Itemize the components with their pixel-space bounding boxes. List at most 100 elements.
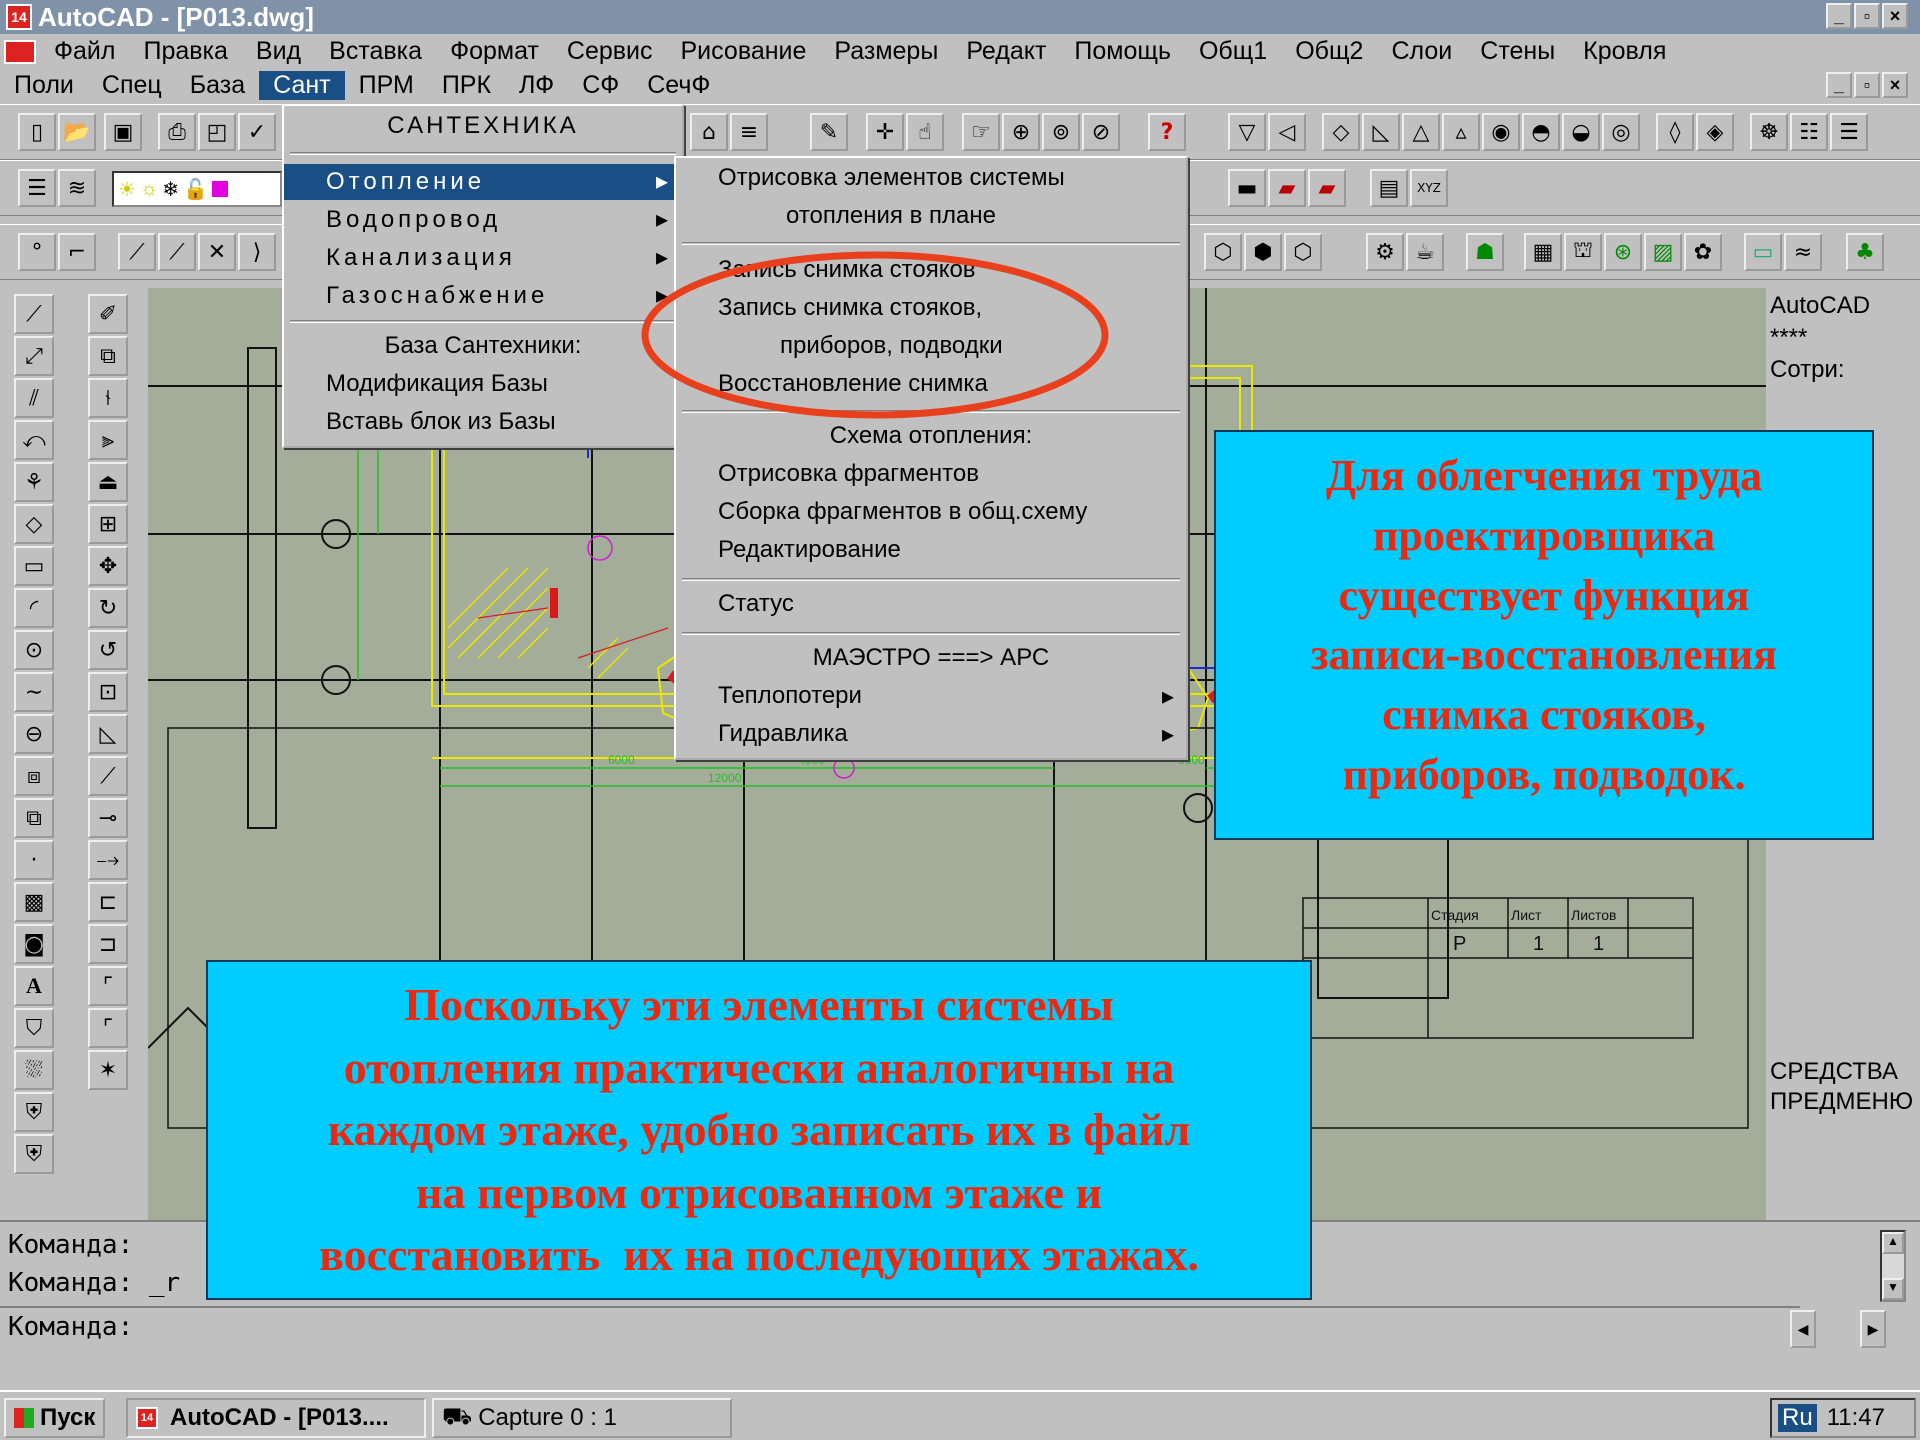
command-scrollbar[interactable]: ▲ ▼ [1880, 1230, 1906, 1302]
menu-sant[interactable]: Сант [259, 70, 345, 100]
stretch-icon[interactable]: ⊡ [88, 672, 128, 712]
render2-icon[interactable]: ☷ [1790, 113, 1828, 151]
insert-block-icon[interactable]: ⧈ [14, 756, 54, 796]
linetype-icon[interactable]: ▬ [1228, 169, 1266, 207]
hatch-tool-icon[interactable]: ▩ [14, 882, 54, 922]
menu-item-heating[interactable]: Отопление ▸ [284, 164, 682, 200]
cone-icon[interactable]: ▵ [1442, 113, 1480, 151]
new-file-icon[interactable]: ▯ [18, 113, 56, 151]
xyz-icon[interactable]: XYZ [1410, 169, 1448, 207]
camera-icon[interactable]: ▦ [1524, 233, 1562, 271]
menu-item-insert-block[interactable]: Вставь блок из Базы [284, 408, 682, 436]
menu-prk[interactable]: ПРК [428, 71, 505, 100]
panel-tools[interactable]: СРЕДСТВА [1770, 1058, 1898, 1086]
intersection-icon[interactable]: ✕ [198, 233, 236, 271]
spline-icon[interactable]: ∼ [14, 672, 54, 712]
dome-icon[interactable]: ◓ [1522, 113, 1560, 151]
scroll-left-icon[interactable]: ◀ [1790, 1310, 1816, 1348]
surface-icon[interactable]: ◈ [1696, 113, 1734, 151]
shield-icon[interactable]: ⛨ [14, 1092, 54, 1132]
toolbar-icon-b[interactable]: ≡ [730, 113, 768, 151]
move-icon[interactable]: ✥ [88, 546, 128, 586]
menu-walls[interactable]: Стены [1466, 37, 1569, 66]
background-icon[interactable]: ▭ [1744, 233, 1782, 271]
menu-item-draw-system[interactable]: Отрисовка элементов системы [676, 164, 1186, 192]
ellipse-icon[interactable]: ⊖ [14, 714, 54, 754]
3d-icon-a[interactable]: ⬡ [1204, 233, 1242, 271]
landscape-icon[interactable]: ▨ [1644, 233, 1682, 271]
language-indicator[interactable]: Ru [1778, 1404, 1817, 1432]
ortho-icon[interactable]: ⌐ [58, 233, 96, 271]
start-button[interactable]: Пуск [4, 1398, 106, 1438]
mline-icon[interactable]: ⫽ [14, 378, 54, 418]
print-icon[interactable]: ⎙ [158, 113, 196, 151]
fillet-icon[interactable]: ⌜ [88, 1008, 128, 1048]
menu-item-gas[interactable]: Газоснабжение ▸ [284, 278, 682, 314]
make-block-icon[interactable]: ⧉ [14, 798, 54, 838]
scale-icon[interactable]: ↺ [88, 630, 128, 670]
render-icon[interactable]: ☸ [1750, 113, 1788, 151]
material-icon[interactable]: ☗ [1466, 233, 1504, 271]
erase-icon[interactable]: ✐ [88, 294, 128, 334]
menu-view[interactable]: Вид [242, 37, 315, 66]
snap-icon[interactable]: ✛ [866, 113, 904, 151]
document-icon[interactable] [0, 37, 40, 66]
rotate-icon[interactable]: ↻ [88, 588, 128, 628]
hatch-icon[interactable]: ▰ [1268, 169, 1306, 207]
scroll-down-icon[interactable]: ▼ [1882, 1278, 1904, 1300]
break-icon[interactable]: ⤍ [88, 840, 128, 880]
save-icon[interactable]: ▣ [104, 113, 142, 151]
tag-icon[interactable]: ⛉ [14, 1008, 54, 1048]
arc-icon[interactable]: ◜ [14, 588, 54, 628]
pan-icon[interactable]: ☞ [962, 113, 1000, 151]
menu-sf[interactable]: СФ [568, 71, 633, 100]
mesh-icon[interactable]: ◊ [1656, 113, 1694, 151]
diamond-icon[interactable]: ◇ [14, 504, 54, 544]
menu-item-draw-fragments[interactable]: Отрисовка фрагментов [676, 460, 1186, 488]
osnap-icon[interactable]: ° [18, 233, 56, 271]
doc-minimize-button[interactable]: _ [1826, 72, 1852, 98]
3d-icon-b[interactable]: ⬢ [1244, 233, 1282, 271]
circle-icon[interactable]: ⊙ [14, 630, 54, 670]
close-button[interactable]: × [1882, 3, 1908, 29]
ucs2-icon[interactable]: ◁ [1268, 113, 1306, 151]
chamfer-icon[interactable]: ⌜ [88, 966, 128, 1006]
menu-base[interactable]: База [176, 71, 259, 100]
wedge-icon[interactable]: ◺ [1362, 113, 1400, 151]
autocad-app-icon[interactable]: 14 [6, 4, 32, 30]
polygon-icon[interactable]: ⚘ [14, 462, 54, 502]
region-icon[interactable]: ◙ [14, 924, 54, 964]
ucs-icon[interactable]: ▽ [1228, 113, 1266, 151]
menu-item-edit[interactable]: Редактирование [676, 536, 1186, 564]
layer-dropdown[interactable]: ☀ ☼ ❄ 🔓 [112, 171, 282, 207]
trim-icon[interactable]: ⟋ [88, 756, 128, 796]
apparent-icon[interactable]: ⟩ [238, 233, 276, 271]
text-icon[interactable]: A [14, 966, 54, 1006]
fog-icon[interactable]: ≈ [1784, 233, 1822, 271]
menu-spec[interactable]: Спец [88, 71, 176, 100]
menu-item-assemble-fragments[interactable]: Сборка фрагментов в общ.схему [676, 498, 1186, 526]
library-icon[interactable]: ⛫ [1564, 233, 1602, 271]
midpoint-icon[interactable]: ⟋ [158, 233, 196, 271]
copy-icon[interactable]: ⧉ [88, 336, 128, 376]
menu-sechf[interactable]: СечФ [633, 71, 724, 100]
lights-icon[interactable]: ☕ [1406, 233, 1444, 271]
shield2-icon[interactable]: ⛨ [14, 1134, 54, 1174]
toolbar-icon-a[interactable]: ⌂ [690, 113, 728, 151]
pointer-icon[interactable]: ☝ [906, 113, 944, 151]
array-icon[interactable]: ⏏ [88, 462, 128, 502]
panel-premenu[interactable]: ПРЕДМЕНЮ [1770, 1088, 1913, 1116]
break3-icon[interactable]: ⊐ [88, 924, 128, 964]
menu-layers[interactable]: Слои [1377, 37, 1466, 66]
explode-icon[interactable]: ✶ [88, 1050, 128, 1090]
menu-prm[interactable]: ПРМ [345, 71, 428, 100]
bush-icon[interactable]: ✿ [1684, 233, 1722, 271]
point-icon[interactable]: · [14, 840, 54, 880]
menu-gen2[interactable]: Общ2 [1281, 37, 1377, 66]
render3-icon[interactable]: ☰ [1830, 113, 1868, 151]
doc-restore-button[interactable]: ▫ [1854, 72, 1880, 98]
menu-format[interactable]: Формат [436, 37, 553, 66]
rectangle-icon[interactable]: ▭ [14, 546, 54, 586]
line-icon[interactable]: ⟋ [14, 294, 54, 334]
scene-icon[interactable]: ⚙ [1366, 233, 1404, 271]
